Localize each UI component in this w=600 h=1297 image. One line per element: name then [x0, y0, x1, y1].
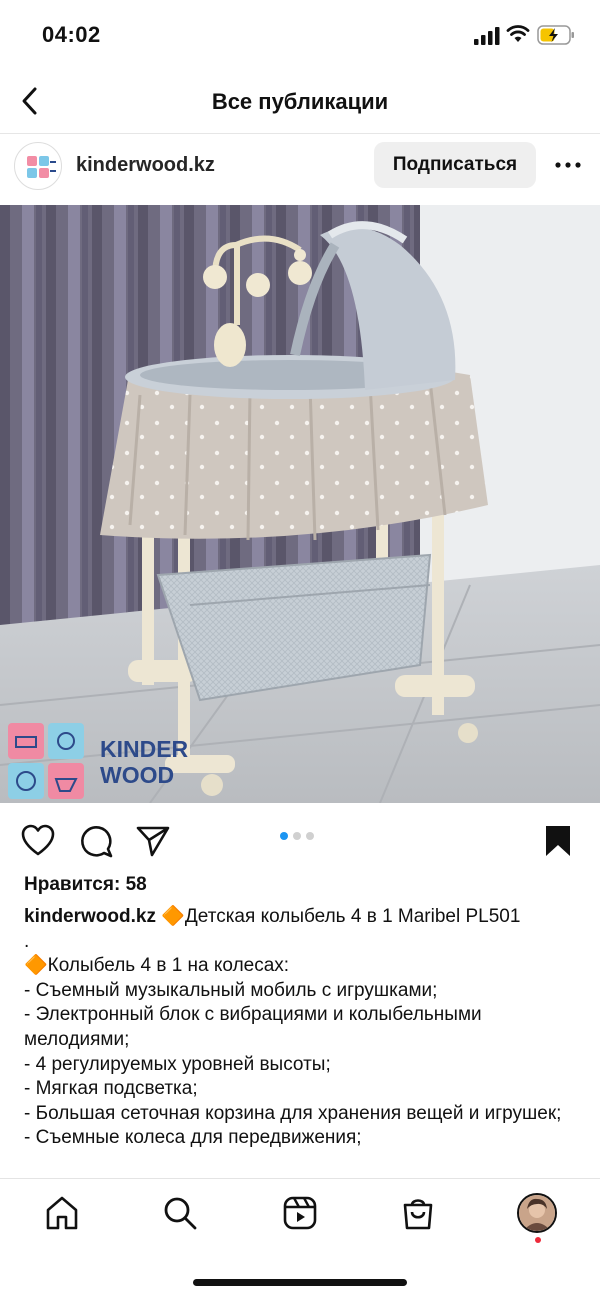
signal-icon: [474, 27, 500, 45]
post-actions: [0, 815, 600, 865]
caption-line: 🔶Колыбель 4 в 1 на колесах:: [24, 955, 290, 977]
watermark-text-2: WOOD: [100, 762, 174, 788]
follow-button[interactable]: Подписаться: [374, 142, 536, 188]
battery-icon: [537, 25, 574, 45]
carousel-indicator: [280, 832, 314, 842]
post-caption: kinderwood.kz 🔶Детская колыбель 4 в 1 Ma…: [24, 905, 579, 1151]
shop-bag-icon[interactable]: [400, 1195, 436, 1231]
profile-avatar[interactable]: [517, 1193, 557, 1233]
profile-photo: [519, 1195, 555, 1231]
carousel-dot: [293, 832, 301, 840]
page-title: Все публикации: [211, 89, 389, 114]
caption-line: - Электронный блок с вибрациями и колыбе…: [24, 1004, 482, 1050]
bottom-tab-bar: [0, 1178, 600, 1297]
kinderwood-logo-icon: [27, 156, 56, 178]
like-heart-icon[interactable]: [20, 823, 56, 859]
notification-dot: [535, 1237, 541, 1243]
caption-container: kinderwood.kz 🔶Детская колыбель 4 в 1 Ma…: [0, 900, 600, 1178]
share-send-icon[interactable]: [135, 823, 171, 859]
likes-count[interactable]: Нравится: 58: [24, 874, 147, 896]
account-avatar[interactable]: [14, 142, 62, 190]
post-image[interactable]: KINDER WOOD: [0, 205, 600, 803]
status-time: 04:02: [42, 22, 101, 47]
caption-line: - Большая сеточная корзина для хранения …: [24, 1102, 562, 1124]
caption-line: - Съемный музыкальный мобиль с игрушками…: [24, 979, 438, 1001]
nav-header: Все публикации: [0, 70, 600, 134]
account-username[interactable]: kinderwood.kz: [76, 154, 215, 177]
watermark-text-1: KINDER: [100, 736, 189, 762]
carousel-dot-active: [280, 832, 288, 840]
more-options-icon[interactable]: [552, 151, 584, 179]
post-header: kinderwood.kz Подписаться: [0, 135, 600, 205]
carousel-dot: [306, 832, 314, 840]
comment-icon[interactable]: [78, 823, 114, 859]
home-icon[interactable]: [44, 1195, 80, 1231]
search-icon[interactable]: [162, 1195, 198, 1231]
caption-username[interactable]: kinderwood.kz: [24, 906, 156, 927]
caption-line: - Мягкая подсветка;: [24, 1078, 198, 1100]
caption-line: 🔶Детская колыбель 4 в 1 Maribel PL501: [161, 906, 521, 927]
bookmark-icon[interactable]: [540, 823, 576, 859]
caption-line: .: [24, 930, 30, 952]
home-indicator[interactable]: [193, 1279, 407, 1286]
reels-icon[interactable]: [282, 1195, 318, 1231]
bassinet-photo: KINDER WOOD: [0, 205, 600, 803]
status-bar: 04:02: [0, 0, 600, 70]
wifi-icon: [506, 25, 530, 42]
caption-line: - Съемные колеса для передвижения;: [24, 1127, 362, 1149]
caption-line: - 4 регулируемых уровней высоты;: [24, 1053, 331, 1075]
